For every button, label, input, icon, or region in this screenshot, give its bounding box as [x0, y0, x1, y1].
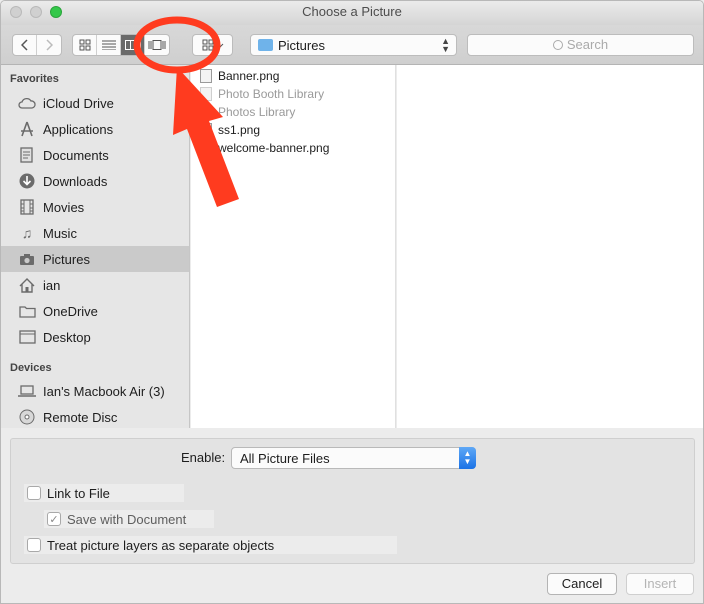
search-icon	[552, 40, 563, 50]
enable-label: Enable:	[181, 450, 226, 465]
forward-button[interactable]	[37, 35, 61, 55]
devices-heading: Devices	[10, 362, 52, 374]
location-label: Pictures	[278, 38, 325, 53]
sidebar-item-ian[interactable]: ian	[1, 272, 189, 298]
file-item-banner[interactable]: Banner.png	[191, 67, 396, 85]
sidebar-item-applications[interactable]: Applications	[1, 116, 189, 142]
enable-value: All Picture Files	[240, 451, 330, 466]
save-with-document-option[interactable]: ✓ Save with Document	[44, 510, 214, 528]
zoom-button[interactable]	[50, 6, 62, 18]
close-button[interactable]	[10, 6, 22, 18]
download-icon	[18, 173, 36, 189]
title-bar: Choose a Picture	[1, 1, 703, 25]
sidebar-item-icloud-drive[interactable]: iCloud Drive	[1, 90, 189, 116]
columns-icon	[124, 40, 141, 50]
updown-arrows-icon: ▲ ▼	[441, 36, 450, 54]
grid-icon	[79, 39, 90, 51]
camera-icon	[18, 251, 36, 267]
applications-icon	[18, 121, 36, 137]
file-item-photos-library: Photos Library	[191, 103, 396, 121]
arrange-button[interactable]	[192, 34, 233, 56]
search-placeholder: Search	[566, 37, 609, 52]
search-field[interactable]: Search	[467, 34, 694, 56]
treat-layers-checkbox[interactable]	[27, 538, 41, 552]
image-file-icon	[200, 69, 212, 83]
updown-arrows-icon: ▲ ▼	[459, 447, 476, 469]
disc-icon	[18, 409, 36, 425]
file-item-ss1[interactable]: ss1.png	[191, 121, 396, 139]
sidebar-item-movies[interactable]: Movies	[1, 194, 189, 220]
save-with-document-checkbox[interactable]: ✓	[47, 512, 61, 526]
icon-view-button[interactable]	[73, 35, 97, 55]
list-icon	[101, 40, 116, 50]
sidebar-item-desktop[interactable]: Desktop	[1, 324, 189, 350]
options-panel: Enable: All Picture Files ▲ ▼ Link to Fil…	[10, 438, 695, 564]
music-icon: ♫	[21, 225, 33, 241]
list-view-button[interactable]	[97, 35, 121, 55]
arrange-grid-icon	[202, 39, 223, 51]
back-button[interactable]	[13, 35, 37, 55]
cloud-icon	[18, 95, 36, 111]
column-view-button[interactable]	[121, 35, 145, 55]
window-title: Choose a Picture	[302, 4, 402, 19]
sidebar-item-onedrive[interactable]: OneDrive	[1, 298, 189, 324]
sidebar-item-music[interactable]: ♫ Music	[1, 220, 189, 246]
choose-picture-dialog: Choose a Picture Pictures ▲ ▼ Search Fav…	[0, 0, 704, 604]
file-item-welcome-banner[interactable]: welcome-banner.png	[191, 139, 396, 157]
sidebar-item-documents[interactable]: Documents	[1, 142, 189, 168]
cancel-button[interactable]: Cancel	[547, 573, 617, 595]
treat-layers-option[interactable]: Treat picture layers as separate objects	[24, 536, 397, 554]
sidebar-item-pictures[interactable]: Pictures	[1, 246, 189, 272]
library-icon	[200, 105, 212, 119]
document-icon	[18, 147, 36, 163]
preview-column	[397, 65, 703, 428]
favorites-heading: Favorites	[10, 73, 59, 85]
link-to-file-checkbox[interactable]	[27, 486, 41, 500]
back-forward-control	[12, 34, 62, 56]
image-file-icon	[200, 123, 212, 137]
image-file-icon	[200, 141, 212, 155]
minimize-button[interactable]	[30, 6, 42, 18]
chevron-left-icon	[20, 39, 28, 51]
file-item-photo-booth-library: Photo Booth Library	[191, 85, 396, 103]
view-mode-control	[72, 34, 170, 56]
film-icon	[18, 199, 36, 215]
insert-button[interactable]: Insert	[626, 573, 694, 595]
desktop-icon	[18, 329, 36, 345]
chevron-right-icon	[46, 39, 53, 51]
folder-icon	[18, 303, 36, 319]
toolbar: Pictures ▲ ▼ Search	[1, 25, 703, 65]
sidebar-item-remote-disc[interactable]: Remote Disc	[1, 404, 189, 430]
library-icon	[200, 87, 212, 101]
sidebar-item-macbook[interactable]: Ian's Macbook Air (3)	[1, 378, 189, 404]
folder-icon	[258, 39, 273, 51]
cover-flow-view-button[interactable]	[145, 35, 169, 55]
cover-flow-icon	[148, 40, 166, 50]
laptop-icon	[18, 383, 36, 399]
link-to-file-option[interactable]: Link to File	[24, 484, 184, 502]
sidebar: Favorites iCloud Drive Applications Docu…	[1, 65, 190, 428]
sidebar-item-downloads[interactable]: Downloads	[1, 168, 189, 194]
location-popup[interactable]: Pictures ▲ ▼	[250, 34, 457, 56]
file-column: Banner.png Photo Booth Library Photos Li…	[191, 65, 396, 428]
enable-popup[interactable]: All Picture Files ▲ ▼	[231, 447, 476, 469]
home-icon	[18, 277, 36, 293]
